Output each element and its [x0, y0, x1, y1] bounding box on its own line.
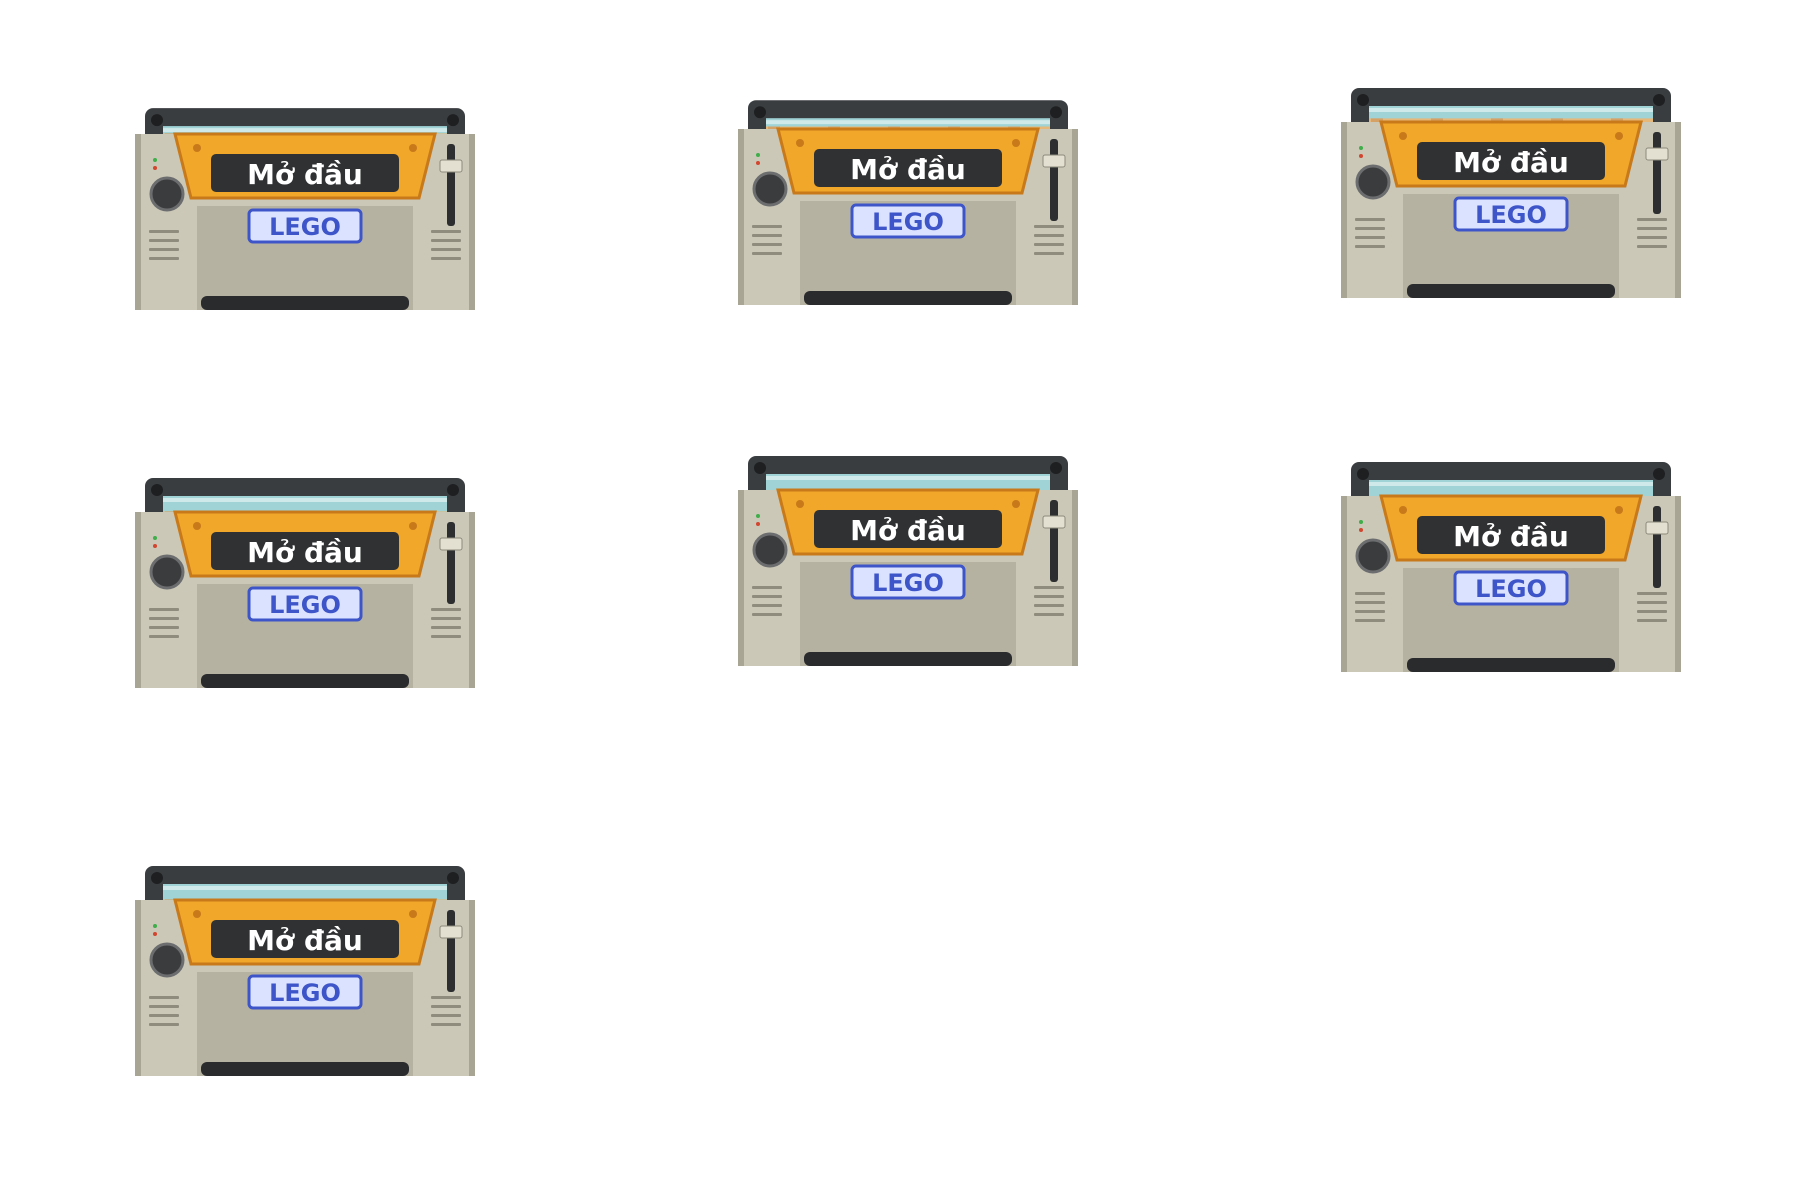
svg-text:LEGO: LEGO [872, 569, 944, 597]
cartridge-frame-6: Mở đầu LEGO [1341, 462, 1681, 672]
lego-logo-icon: LEGO [247, 208, 363, 244]
screw-icon [151, 114, 163, 127]
cartridge-graphic: Mở đầu LEGO [1341, 462, 1681, 672]
slider-handle [439, 159, 463, 173]
cartridge-graphic: Mở đầu LEGO [135, 108, 475, 310]
knob-icon [1355, 164, 1391, 200]
lego-logo-icon: LEGO [247, 974, 363, 1010]
lego-logo-icon: LEGO [850, 564, 966, 600]
cartridge-frame-5: Mở đầu LEGO [738, 456, 1078, 666]
svg-text:LEGO: LEGO [269, 979, 341, 1007]
svg-text:LEGO: LEGO [1475, 201, 1547, 229]
cartridge-frame-4: Mở đầu LEGO [135, 478, 475, 688]
screw-icon [754, 106, 766, 119]
screw-icon [1357, 94, 1369, 106]
cartridge-label: Mở đầu [247, 924, 363, 957]
screw-icon [1050, 106, 1062, 119]
cartridge-label: Mở đầu [247, 536, 363, 569]
lego-logo-icon: LEGO [850, 203, 966, 239]
knob-icon [149, 554, 185, 590]
cartridge-label: Mở đầu [1453, 146, 1569, 179]
cartridge-graphic: Mở đầu LEGO [738, 100, 1078, 305]
screw-icon [754, 462, 766, 474]
screw-icon [1357, 468, 1369, 480]
knob-icon [149, 942, 185, 978]
cartridge-label: Mở đầu [850, 514, 966, 547]
knob-icon [752, 171, 788, 207]
cartridge-label: Mở đầu [247, 158, 363, 191]
cartridge-graphic: Mở đầu LEGO [738, 456, 1078, 666]
slider-handle [439, 925, 463, 939]
knob-icon [149, 176, 185, 212]
screw-icon [151, 872, 163, 884]
slider-handle [1042, 154, 1066, 168]
screw-icon [447, 484, 459, 496]
svg-text:LEGO: LEGO [1475, 575, 1547, 603]
cartridge-frame-7: Mở đầu LEGO [135, 866, 475, 1076]
knob-icon [752, 532, 788, 568]
cartridge-frame-3: Mở đầu LEGO [1341, 88, 1681, 298]
cartridge-graphic: Mở đầu LEGO [135, 478, 475, 688]
cartridge-graphic: Mở đầu LEGO [1341, 88, 1681, 298]
svg-text:LEGO: LEGO [269, 591, 341, 619]
screw-icon [1050, 462, 1062, 474]
slider-handle [1645, 521, 1669, 535]
screw-icon [447, 114, 459, 127]
lego-logo-icon: LEGO [1453, 196, 1569, 232]
screw-icon [151, 484, 163, 496]
screw-icon [1653, 468, 1665, 480]
svg-text:LEGO: LEGO [269, 213, 341, 241]
knob-icon [1355, 538, 1391, 574]
slider-handle [1645, 147, 1669, 161]
cartridge-graphic: Mở đầu LEGO [135, 866, 475, 1076]
cartridge-frame-2: Mở đầu LEGO [738, 95, 1078, 305]
cartridge-frame-1: Mở đầu LEGO [135, 100, 475, 310]
slider-handle [1042, 515, 1066, 529]
svg-text:LEGO: LEGO [872, 208, 944, 236]
slider-handle [439, 537, 463, 551]
cartridge-label: Mở đầu [1453, 520, 1569, 553]
lego-logo-icon: LEGO [247, 586, 363, 622]
screw-icon [1653, 94, 1665, 106]
lego-logo-icon: LEGO [1453, 570, 1569, 606]
screw-icon [447, 872, 459, 884]
cartridge-label: Mở đầu [850, 153, 966, 186]
